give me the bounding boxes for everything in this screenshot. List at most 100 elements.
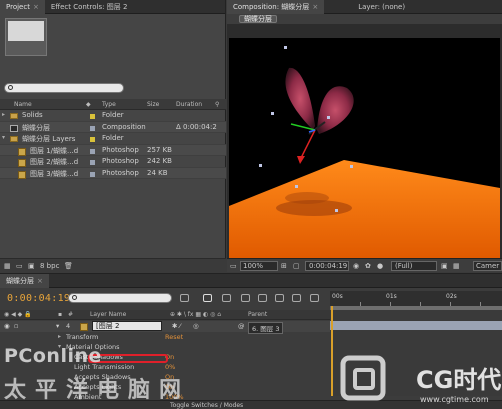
bpc-toggle[interactable]: 8 bpc [40,262,59,270]
composition-navigator: 蝴蝶分层 [227,14,502,24]
ruler-label-1: 01s [386,293,397,300]
item-type: Composition [102,122,146,131]
timeline-tabbar: 蝴蝶分层 × [0,273,502,288]
close-icon[interactable]: × [33,3,39,11]
color-channel-icon[interactable]: ● [377,262,383,270]
expand-layer-icon[interactable]: ▾ [56,322,59,330]
item-size: 242 KB [147,157,172,165]
comp-chip[interactable]: 蝴蝶分层 [239,15,277,23]
parent-pickwhip-icon[interactable]: @ [238,322,245,330]
orange-floor [229,160,500,258]
graph-editor-icon[interactable] [310,294,319,302]
resolution-value: (Full) [395,262,413,270]
property-value[interactable]: 0% [165,363,175,371]
property-row[interactable]: ▸ Transform Reset [0,332,330,342]
column-duration[interactable]: Duration [176,101,202,108]
layer-switches[interactable]: ✱ ⁄ ◎ [172,322,199,330]
av-features-icon[interactable]: ◉ ◀ ◆ 🔒 [4,311,32,318]
tab-composition[interactable]: Composition: 蝴蝶分层 × [227,0,325,14]
frame-blending-icon[interactable] [258,294,267,302]
list-item[interactable]: 蝴蝶分层 Composition Δ 0:00:04:2 [0,121,226,133]
visibility-icon[interactable]: ◉ [4,322,10,330]
tab-composition-label: Composition: 蝴蝶分层 [233,2,310,11]
layer-name-field[interactable]: [图层 2 [92,321,162,331]
snapshot-icon[interactable]: ◉ [353,262,359,270]
close-icon[interactable]: × [37,277,43,285]
search-icon [8,85,13,90]
project-panel: Project × Effect Controls: 图层 2 Name ◆ Ty… [0,0,226,272]
project-search-input[interactable] [4,83,124,93]
project-footer: ▦ ▭ ▣ 8 bpc 🗑 [0,258,226,272]
after-effects-window: Project × Effect Controls: 图层 2 Name ◆ Ty… [0,0,502,409]
item-type: Photoshop [102,168,139,177]
project-tabbar: Project × Effect Controls: 图层 2 [0,0,225,14]
zoom-value: 100% [243,262,264,270]
transparency-grid-icon[interactable]: ▦ [453,262,460,270]
tab-project[interactable]: Project × [0,0,45,14]
column-layer-name[interactable]: Layer Name [90,311,126,318]
butterfly-shadow-2 [285,192,329,204]
pconline-cn-watermark: 太平洋电脑网 [4,378,191,403]
expand-icon[interactable]: ▾ [2,134,5,141]
camera-value: Camer [476,262,500,270]
search-icon [72,295,77,300]
always-preview-icon[interactable]: ▭ [230,262,237,270]
tab-layer[interactable]: Layer: (none) [352,0,411,14]
tab-layer-label: Layer: (none) [358,2,406,11]
close-icon[interactable]: × [312,3,318,11]
show-channel-icon[interactable]: ✿ [365,262,371,270]
label-column-icon[interactable]: ◆ [86,101,91,108]
time-ruler[interactable]: 00s 01s 02s [330,291,502,306]
layer-duration-bar[interactable] [330,321,502,330]
folder-icon[interactable]: ▭ [16,262,23,270]
tab-timeline[interactable]: 蝴蝶分层 × [0,273,49,288]
mask-visibility-icon[interactable]: ▢ [293,262,300,270]
label-column-icon[interactable]: ▪ [58,311,62,318]
item-type: Photoshop [102,145,139,154]
composition-footer: ▭ 100% ⊞ ▢ 0:00:04:19 ◉ ✿ ● (Full) ▣ ▦ C… [227,258,502,272]
timeline-search-input[interactable] [68,293,172,303]
layer-row[interactable]: ◉ ▫ ▾ 4 [图层 2 ✱ ⁄ ◎ @ 6. 图层 3 [0,321,330,334]
list-item[interactable]: ▾ 蝴蝶分层 Layers Folder [0,133,226,145]
switches-icons[interactable]: ⊕ ✱ \ fx ▦ ◐ ◎ ⌂ [170,311,221,318]
list-item[interactable]: 图层 3/蝴蝶...d Photoshop 24 KB [0,167,226,179]
ruler-label-0: 00s [332,293,343,300]
safe-margins-icon[interactable]: ⊞ [281,262,287,270]
cgtime-logo-icon [340,355,386,401]
timeline-timecode[interactable]: 0:00:04:19 [7,293,70,304]
item-name: 图层 2/蝴蝶...d [30,158,79,166]
new-comp-icon[interactable]: ▣ [28,262,35,270]
column-name[interactable]: Name [14,101,32,108]
layer-index: 4 [66,322,71,330]
lock-icon[interactable]: ▫ [14,322,18,330]
expand-icon[interactable]: ▸ [58,333,61,340]
number-column-icon[interactable]: # [68,311,73,318]
ruler-label-2: 02s [446,293,457,300]
column-parent[interactable]: Parent [248,311,267,318]
motion-blur-icon[interactable] [275,294,284,302]
butterfly-wing-right [317,86,354,134]
property-value[interactable]: Reset [165,333,183,341]
list-item[interactable]: 图层 1/蝴蝶...d Photoshop 257 KB [0,144,226,156]
tab-project-label: Project [6,2,30,11]
brainstorm-icon[interactable] [292,294,301,302]
comp-mini-flowchart-icon[interactable] [180,294,189,302]
tab-effect-controls[interactable]: Effect Controls: 图层 2 [45,0,134,14]
item-type: Photoshop [102,157,139,165]
column-type[interactable]: Type [102,101,116,108]
cgtime-watermark: CG时代 [416,366,502,394]
pconline-watermark: PConline [4,345,102,367]
interpret-footage-icon[interactable]: ▦ [4,262,11,270]
region-of-interest-icon[interactable]: ▣ [441,262,448,270]
flowchart-icon[interactable]: ⚲ [215,101,219,108]
list-item[interactable]: 图层 2/蝴蝶...d Photoshop 242 KB [0,156,226,168]
hide-shy-layers-icon[interactable] [241,294,250,302]
expand-icon[interactable]: ▸ [2,111,5,118]
live-update-icon[interactable] [203,294,212,302]
viewer-scene [229,46,500,258]
list-item[interactable]: ▸ Solids Folder [0,110,226,122]
composition-viewer[interactable] [229,38,500,258]
trash-icon[interactable]: 🗑 [64,262,73,270]
column-size[interactable]: Size [147,101,159,108]
draft-3d-icon[interactable] [222,294,231,302]
